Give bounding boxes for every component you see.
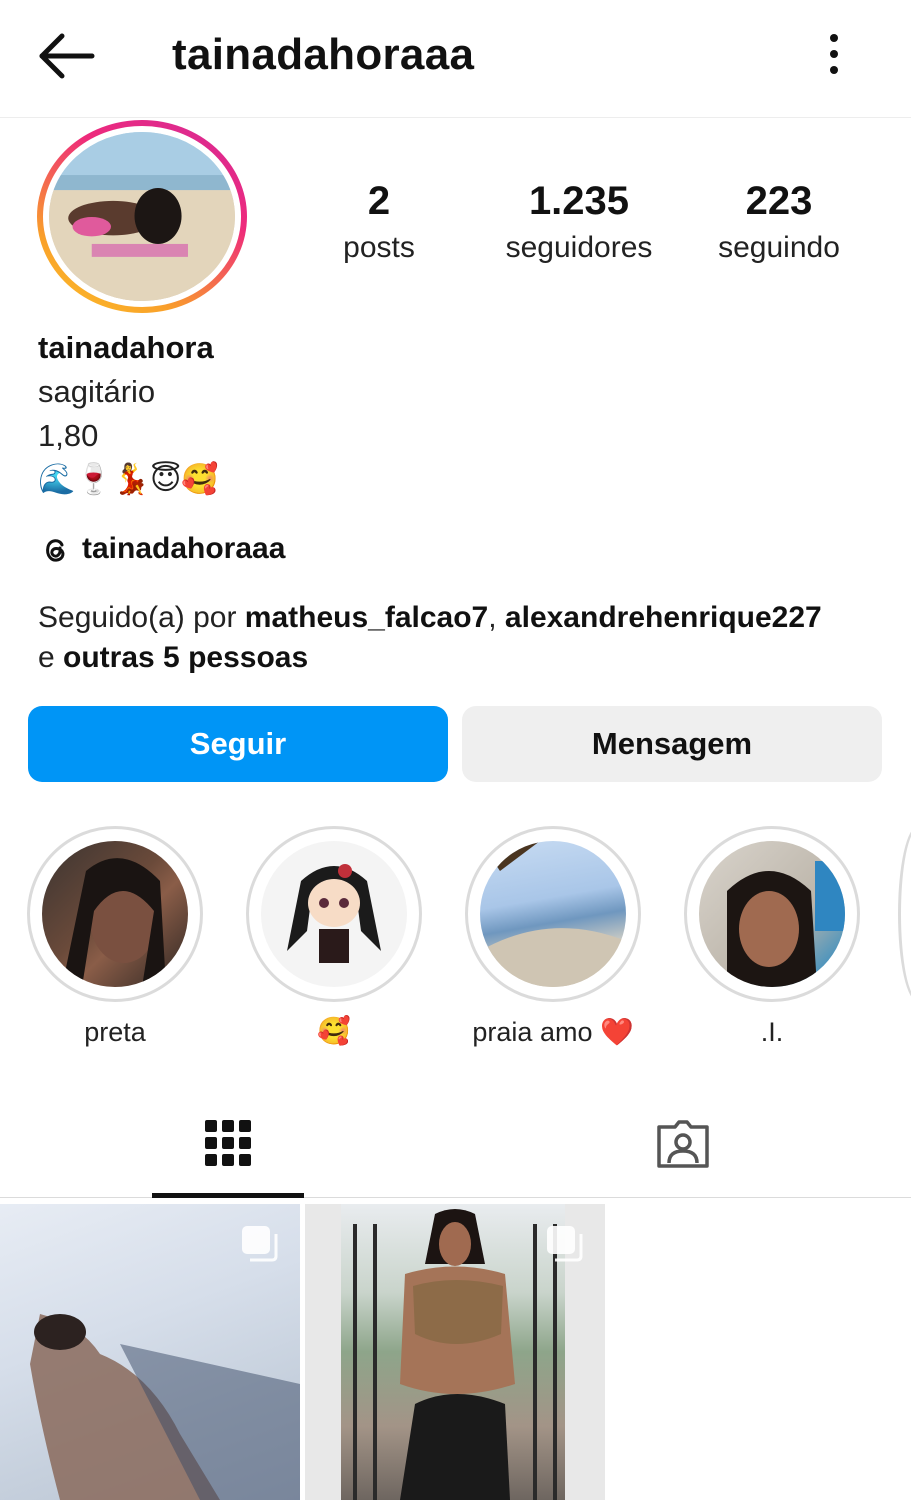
following-count-value: 223 [745, 179, 813, 223]
story-highlight[interactable]: praia amo ❤️ [465, 826, 641, 1052]
profile-display-name: tainadahora [38, 330, 214, 365]
followers-count[interactable]: 1.235 seguidores [484, 178, 674, 268]
arrow-left-icon [39, 33, 95, 79]
highlight-cover [699, 841, 845, 987]
story-highlight[interactable]: .I. [684, 826, 860, 1052]
back-button[interactable] [36, 30, 98, 82]
posts-count-value: 2 [367, 179, 391, 223]
multiple-posts-icon [242, 1226, 278, 1262]
other-followers-link[interactable]: outras 5 pessoas [63, 641, 308, 674]
post-thumbnail[interactable] [0, 1204, 300, 1500]
tagged-person-icon [657, 1120, 709, 1168]
follower-link[interactable]: matheus_falcao7 [245, 601, 488, 634]
multiple-posts-icon [547, 1226, 583, 1262]
post-thumbnail[interactable] [305, 1204, 605, 1500]
highlight-label: 🥰 [317, 1016, 351, 1047]
top-bar: tainadahoraaa [0, 0, 911, 118]
follower-link[interactable]: alexandrehenrique227 [505, 601, 822, 634]
highlight-cover [42, 841, 188, 987]
followers-count-label: seguidores [505, 231, 653, 264]
highlight-label: preta [84, 1017, 146, 1047]
profile-avatar[interactable] [37, 120, 247, 313]
story-highlight[interactable]: 🥰 [246, 826, 422, 1052]
followed-by-text[interactable]: Seguido(a) por matheus_falcao7, alexandr… [38, 598, 888, 678]
profile-bio: tainadahora sagitário 1,80 🌊🍷💃😇🥰 [38, 326, 219, 502]
more-options-button[interactable] [818, 30, 850, 78]
highlight-label: praia amo ❤️ [472, 1017, 634, 1047]
vertical-dots-icon [830, 34, 838, 74]
profile-tabs [0, 1092, 911, 1198]
tab-posts-grid[interactable] [152, 1092, 304, 1198]
profile-username-title: tainadahoraaa [172, 30, 475, 79]
bio-line: sagitário [38, 374, 156, 409]
avatar-photo [49, 132, 235, 301]
followers-count-value: 1.235 [528, 179, 630, 223]
following-count-label: seguindo [718, 231, 840, 264]
bio-emojis: 🌊🍷💃😇🥰 [38, 462, 219, 497]
highlight-cover [261, 841, 407, 987]
highlight-label: .I. [760, 1017, 784, 1047]
bio-line: 1,80 [38, 418, 99, 453]
highlight-cover [480, 841, 626, 987]
posts-count-label: posts [343, 231, 415, 264]
following-count[interactable]: 223 seguindo [684, 178, 874, 268]
threads-handle: tainadahoraaa [82, 532, 286, 565]
message-button[interactable]: Mensagem [462, 706, 882, 782]
threads-link[interactable]: tainadahoraaa [38, 528, 285, 570]
story-highlight[interactable]: preta [27, 826, 203, 1052]
grid-icon [205, 1119, 251, 1166]
story-highlight-partial[interactable] [898, 826, 911, 1002]
tab-tagged[interactable] [607, 1092, 759, 1196]
follow-button[interactable]: Seguir [28, 706, 448, 782]
posts-count[interactable]: 2 posts [284, 178, 474, 268]
threads-icon [46, 539, 65, 562]
